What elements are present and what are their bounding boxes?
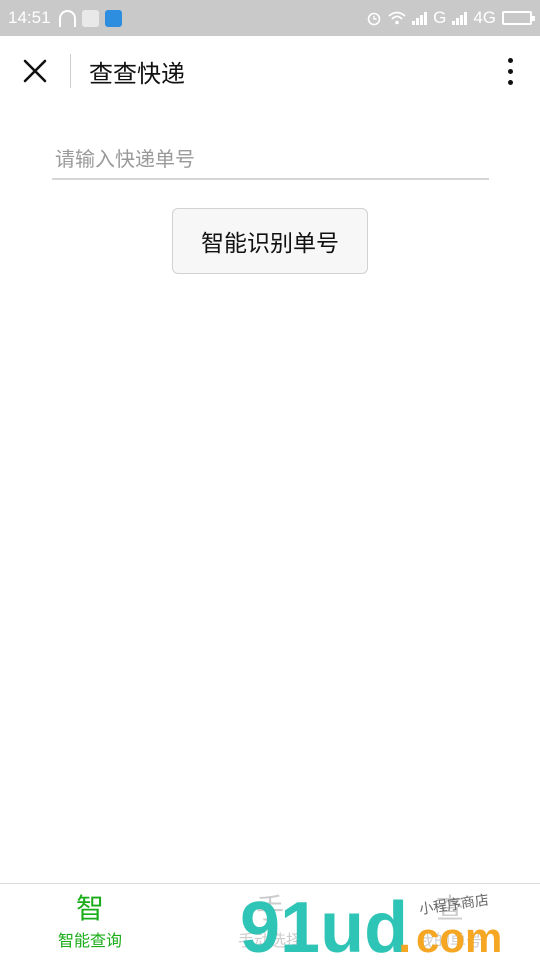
status-time: 14:51: [8, 8, 51, 27]
title-bar: 查查快递: [0, 36, 540, 106]
scan-app-icon: [104, 9, 122, 27]
page-title: 查查快递: [89, 59, 185, 88]
status-bar: 14:51 G 4G: [0, 0, 540, 36]
tracking-number-input[interactable]: [52, 140, 489, 180]
network-1-label: G: [433, 8, 447, 27]
network-2-label: 4G: [473, 8, 496, 27]
headset-app-icon: [58, 9, 76, 27]
tab-manual-select[interactable]: 手 手动选择: [180, 884, 360, 960]
tab-label: 智能查询: [57, 931, 122, 950]
wifi-icon: [388, 11, 406, 25]
tab-my-numbers[interactable]: 查 我的单号: [360, 884, 540, 960]
my-numbers-icon: 查: [435, 892, 464, 925]
image-app-icon: [81, 9, 99, 27]
smart-recognize-button[interactable]: 智能识别单号: [172, 208, 368, 274]
status-right: G 4G: [366, 8, 535, 28]
battery-icon: [502, 11, 535, 25]
tab-smart-query[interactable]: 智 智能查询: [0, 884, 180, 960]
bottom-tab-bar: 智 智能查询 手 手动选择 查 我的单号: [0, 883, 540, 960]
more-options-button[interactable]: [480, 36, 540, 106]
tab-label: 我的单号: [417, 931, 482, 950]
title-divider: [70, 54, 71, 88]
close-button[interactable]: [0, 36, 70, 106]
signal-1-icon: [412, 11, 428, 25]
close-icon: [23, 59, 47, 83]
smart-query-icon: 智: [75, 892, 104, 925]
more-vertical-icon: [507, 57, 513, 63]
alarm-icon: [367, 12, 381, 26]
signal-2-icon: [452, 11, 468, 25]
manual-select-icon: 手: [255, 892, 284, 925]
tab-label: 手动选择: [237, 931, 302, 950]
